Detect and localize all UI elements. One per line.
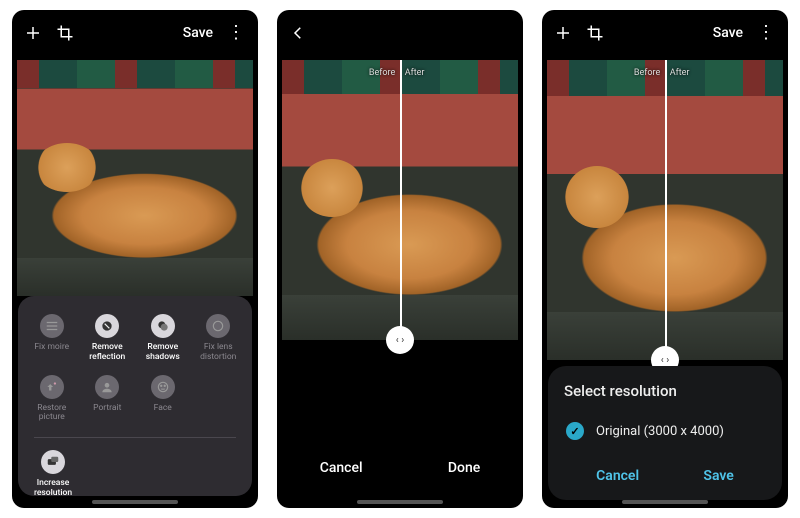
topbar — [277, 10, 523, 56]
before-label: Before — [369, 68, 395, 78]
remove-reflection-icon — [95, 314, 119, 338]
resolution-sheet: Select resolution ✓ Original (3000 x 400… — [548, 366, 782, 500]
screen-compare: Before After ‹ › Cancel Done — [277, 10, 523, 508]
tool-remove-reflection[interactable]: Remove reflection — [80, 310, 136, 367]
resolution-option[interactable]: ✓ Original (3000 x 4000) — [564, 418, 766, 452]
check-icon: ✓ — [566, 422, 584, 440]
tool-fix-moire[interactable]: Fix moire — [24, 310, 80, 367]
crop-icon[interactable] — [56, 24, 74, 42]
tool-restore-picture[interactable]: Restore picture — [24, 371, 80, 428]
portrait-icon — [95, 375, 119, 399]
tool-label: Remove reflection — [80, 343, 134, 363]
crop-icon[interactable] — [586, 24, 604, 42]
tool-fix-lens-distortion[interactable]: Fix lens distortion — [191, 310, 247, 367]
done-button[interactable]: Done — [428, 450, 500, 486]
face-icon — [151, 375, 175, 399]
tool-remove-shadows[interactable]: Remove shadows — [135, 310, 191, 367]
home-indicator — [92, 500, 178, 504]
tool-label: Face — [154, 404, 172, 414]
home-indicator — [622, 500, 708, 504]
tool-label: Restore picture — [25, 404, 79, 424]
tools-panel: Fix moire Remove reflectionRemove shadows… — [18, 296, 252, 496]
more-icon[interactable]: ⋮ — [227, 24, 246, 42]
topbar: Save ⋮ — [542, 10, 788, 56]
tool-label: Fix moire — [34, 343, 69, 353]
back-icon[interactable] — [289, 24, 307, 42]
tool-face[interactable]: Face — [135, 371, 191, 428]
more-icon[interactable]: ⋮ — [757, 24, 776, 42]
compare-divider[interactable] — [400, 60, 402, 340]
compare-divider[interactable] — [665, 60, 667, 360]
option-label: Original (3000 x 4000) — [596, 424, 724, 439]
action-row: Cancel Done — [277, 450, 523, 486]
sheet-title: Select resolution — [564, 382, 766, 400]
remove-shadows-icon — [151, 314, 175, 338]
photo-compare[interactable]: Before After ‹ › — [282, 60, 518, 340]
photo-preview — [17, 60, 253, 296]
save-button[interactable]: Save — [183, 25, 213, 41]
tool-increase-resolution[interactable]: Increase resolution — [24, 446, 82, 503]
tool-label: Increase resolution — [26, 479, 80, 499]
home-indicator — [357, 500, 443, 504]
save-button[interactable]: Save — [713, 25, 743, 41]
tool-label: Remove shadows — [136, 343, 190, 363]
topbar: Save ⋮ — [12, 10, 258, 56]
cancel-button[interactable]: Cancel — [576, 458, 659, 494]
after-label: After — [670, 68, 690, 78]
photo-compare[interactable]: Before After ‹ › — [547, 60, 783, 360]
add-icon[interactable] — [24, 24, 42, 42]
tool-label: Portrait — [93, 404, 121, 414]
increase-resolution-icon — [41, 450, 65, 474]
screen-editor-tools: Save ⋮ Fix moire Remove reflectionRemove … — [12, 10, 258, 508]
add-icon[interactable] — [554, 24, 572, 42]
save-button[interactable]: Save — [683, 458, 753, 494]
compare-handle-icon[interactable]: ‹ › — [386, 326, 414, 354]
before-label: Before — [634, 68, 660, 78]
cancel-button[interactable]: Cancel — [300, 450, 383, 486]
fix-moire-icon — [40, 314, 64, 338]
tool-label: Fix lens distortion — [191, 343, 245, 363]
screen-resolution-sheet: Save ⋮ Before After ‹ › Select resolutio… — [542, 10, 788, 508]
fix-lens-distortion-icon — [206, 314, 230, 338]
restore-picture-icon — [40, 375, 64, 399]
tool-portrait[interactable]: Portrait — [80, 371, 136, 428]
after-label: After — [405, 68, 425, 78]
divider — [34, 437, 236, 438]
